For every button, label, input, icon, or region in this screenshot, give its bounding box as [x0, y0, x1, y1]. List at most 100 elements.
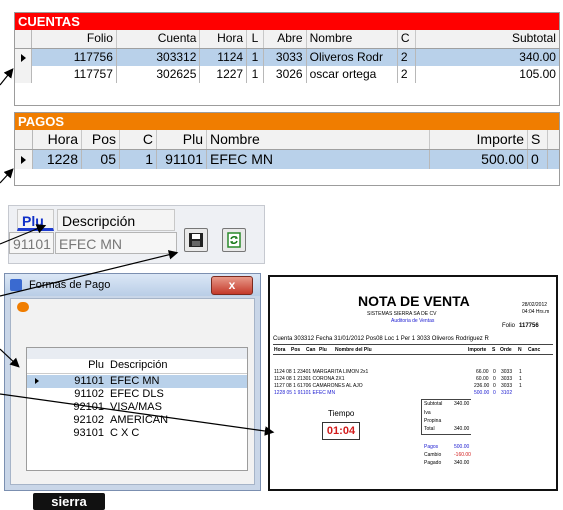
receipt-item-s: 0 [493, 390, 496, 396]
total-label: Propina [424, 418, 442, 424]
receipt-folio: 117756 [519, 323, 539, 329]
plu-field[interactable]: 91101 [9, 232, 54, 254]
col-importe[interactable]: Importe [430, 130, 528, 149]
total-value: 340.00 [454, 426, 470, 432]
sierra-logo-text: sierra [51, 494, 87, 509]
receipt-folio-label: Folio [502, 323, 516, 329]
cell-abre: 3026 [264, 66, 307, 83]
cell-descripcion: C X C [110, 427, 140, 439]
list-item[interactable]: 91102 EFEC DLS [27, 388, 247, 401]
col-s[interactable]: S [528, 130, 548, 149]
payment-value: 340.00 [454, 460, 470, 466]
receipt-item-n: 1 [519, 376, 522, 382]
cell-l: 1 [247, 66, 264, 83]
cell-folio: 117757 [32, 66, 117, 83]
row-selector-icon [15, 49, 33, 66]
receipt-item-text: 1127 08 1 61706 CAMARONES AL AJO [274, 383, 363, 389]
col-nombre[interactable]: Nombre [207, 130, 430, 149]
cell-hora: 1124 [200, 49, 248, 66]
list-item[interactable]: 92101 VISA/MAS [27, 401, 247, 414]
plu-label: Plu [17, 209, 54, 231]
col-descripcion[interactable]: Descripción [107, 359, 227, 373]
col-pos[interactable]: Pos [82, 130, 120, 149]
cell-importe: 500.00 [430, 150, 528, 169]
cell-plu: 92102 [73, 414, 104, 426]
cell-c: 2 [398, 49, 416, 66]
row-selector [27, 388, 67, 401]
cell-descripcion: EFEC DLS [110, 388, 164, 400]
cell-plu: 93101 [73, 427, 104, 439]
col-folio[interactable]: Folio [32, 30, 117, 48]
row-selector [15, 66, 33, 83]
window-title-bar[interactable]: Formas de Pago x [5, 274, 260, 296]
receipt-item-importe: 236.00 [474, 383, 490, 389]
col-subtotal[interactable]: Subtotal [416, 30, 559, 48]
col-cuenta[interactable]: Cuenta [117, 30, 201, 48]
pagos-header-row: Hora Pos C Plu Nombre Importe S [15, 130, 559, 150]
receipt-item-orde: 3033 [501, 376, 513, 382]
row-selector-icon [15, 150, 33, 169]
save-button[interactable] [184, 228, 208, 252]
receipt-item-n: 1 [519, 383, 522, 389]
list-item[interactable]: 93101 C X C [27, 427, 247, 440]
arrow-to-cuentas [0, 68, 14, 86]
col-plu: Plu [319, 347, 327, 353]
back-icon[interactable] [17, 302, 29, 312]
cell-descripcion: EFEC MN [110, 375, 160, 387]
col-importe: Importe [468, 347, 487, 353]
table-row[interactable]: 1228 05 1 91101 EFEC MN 500.00 0 [15, 150, 559, 169]
receipt-info-line: Cuenta 303312 Fecha 31/01/2012 Pos08 Loc… [273, 336, 489, 342]
receipt-time: 04:04 Hrs.m [522, 309, 550, 315]
receipt-item-orde: 3033 [501, 383, 513, 389]
col-abre[interactable]: Abre [264, 30, 307, 48]
col-hora[interactable]: Hora [200, 30, 248, 48]
cell-pos: 05 [82, 150, 120, 169]
col-hora: Hora [274, 347, 286, 353]
cell-hora: 1228 [33, 150, 82, 169]
table-row[interactable]: 117756 303312 1124 1 3033 Oliveros Rodr … [15, 49, 559, 66]
cell-plu: 91101 [157, 150, 207, 169]
row-selector [27, 427, 67, 440]
cell-nombre: oscar ortega [307, 66, 398, 83]
row-selector [27, 414, 67, 427]
receipt-divider [273, 354, 553, 355]
formas-header-row: Plu Descripción [27, 359, 247, 374]
receipt-item-text: 1228 05 1 91101 EFEC MN [274, 390, 336, 396]
refresh-button[interactable] [222, 228, 246, 252]
cuentas-grid: CUENTAS Folio Cuenta Hora L Abre Nombre … [14, 12, 560, 106]
receipt-item-text: 1124 08 1 23401 MARGARITA LIMON 2x1 [274, 369, 369, 375]
row-selector-icon [27, 375, 67, 388]
table-row[interactable]: 117757 302625 1227 1 3026 oscar ortega 2… [15, 66, 559, 83]
col-plu[interactable]: Plu [67, 359, 107, 373]
col-hora[interactable]: Hora [33, 130, 82, 149]
payment-label: Cambio [424, 452, 442, 458]
row-header-corner [15, 130, 33, 149]
col-nombre[interactable]: Nombre [307, 30, 398, 48]
col-canc: Canc [528, 347, 541, 353]
tiempo-value: 01:04 [322, 422, 360, 440]
list-item[interactable]: 91101 EFEC MN [27, 375, 247, 388]
col-pos: Pos [291, 347, 301, 353]
cell-c: 2 [398, 66, 416, 83]
receipt-company: SISTEMAS SIERRA SA DE CV [367, 311, 437, 317]
nota-de-venta-receipt: NOTA DE VENTA SISTEMAS SIERRA SA DE CV A… [268, 275, 558, 491]
list-item[interactable]: 92102 AMERICAN [27, 414, 247, 427]
formas-pago-grid: Plu Descripción 91101 EFEC MN 91102 EFEC… [26, 347, 248, 471]
receipt-item-importe: 60.00 [476, 376, 489, 382]
col-nombre-plu: Nombre del Plu [335, 347, 372, 353]
descripcion-field[interactable]: EFEC MN [55, 232, 177, 254]
col-plu[interactable]: Plu [157, 130, 207, 149]
formas-de-pago-window: Formas de Pago x Plu Descripción 91101 E… [4, 273, 261, 510]
col-orde: Orde [500, 347, 512, 353]
pagos-grid: PAGOS Hora Pos C Plu Nombre Importe S 12… [14, 112, 560, 186]
col-c[interactable]: C [398, 30, 416, 48]
cell-cuenta: 303312 [117, 49, 201, 66]
window-body: Plu Descripción 91101 EFEC MN 91102 EFEC… [10, 298, 255, 510]
payment-value: -160.00 [454, 452, 471, 458]
floppy-disk-icon [189, 233, 203, 247]
col-l[interactable]: L [247, 30, 264, 48]
receipt-item-s: 0 [493, 376, 496, 382]
close-button[interactable]: x [211, 276, 253, 295]
totals-box-left [421, 399, 422, 434]
col-c[interactable]: C [120, 130, 157, 149]
